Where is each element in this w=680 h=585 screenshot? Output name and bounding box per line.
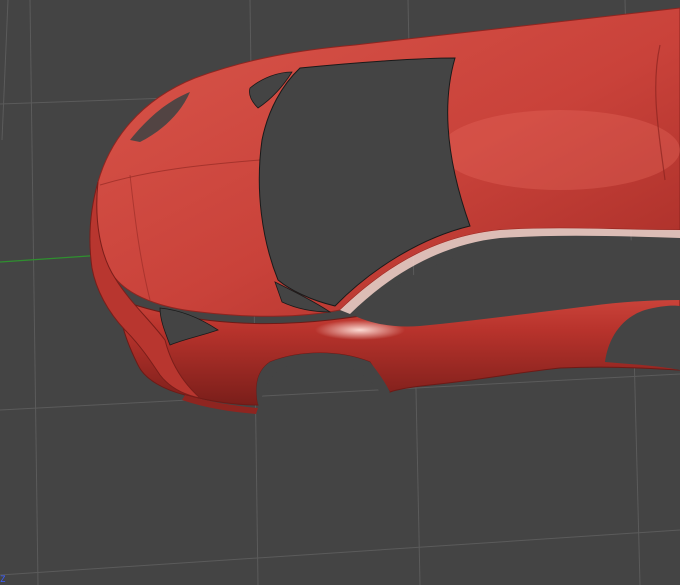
- viewport-canvas[interactable]: [0, 0, 680, 585]
- axis-gizmo-label: Z: [0, 575, 6, 585]
- 3d-viewport[interactable]: Z: [0, 0, 680, 585]
- car-model[interactable]: [89, 7, 680, 414]
